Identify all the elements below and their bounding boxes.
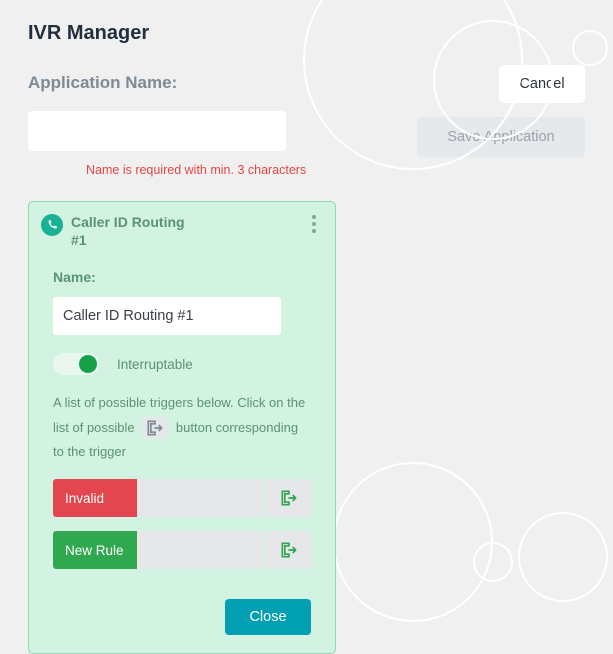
routing-name-input[interactable] <box>53 297 281 335</box>
card-title-line1: Caller ID Routing <box>71 214 185 230</box>
save-application-button[interactable]: Save Application <box>417 117 585 157</box>
help-text: A list of possible triggers below. Click… <box>53 391 311 465</box>
interruptable-label: Interruptable <box>117 357 193 372</box>
rule-exit-button[interactable] <box>265 531 311 569</box>
rule-body[interactable] <box>137 479 265 517</box>
caller-id-routing-card: Caller ID Routing #1 Name: Interruptable… <box>28 201 336 654</box>
page-title: IVR Manager <box>0 0 613 45</box>
rule-row-new-rule: New Rule <box>53 531 311 569</box>
kebab-icon[interactable] <box>305 212 323 236</box>
application-name-input[interactable] <box>28 111 286 151</box>
rule-label: Invalid <box>53 479 137 517</box>
rule-body[interactable] <box>137 531 265 569</box>
rule-row-invalid: Invalid <box>53 479 311 517</box>
card-title: Caller ID Routing #1 <box>71 214 185 249</box>
bg-circle <box>333 462 493 622</box>
toggle-thumb <box>79 355 97 373</box>
phone-icon <box>41 214 63 236</box>
interruptable-toggle[interactable] <box>53 353 99 375</box>
cancel-button[interactable]: Cancel <box>499 65 585 103</box>
close-button[interactable]: Close <box>225 599 311 635</box>
form-header: Application Name: Name is required with … <box>0 45 613 177</box>
rule-label: New Rule <box>53 531 137 569</box>
card-title-line2: #1 <box>71 232 87 248</box>
bg-circle <box>518 512 608 602</box>
application-name-label: Application Name: <box>28 73 306 93</box>
rule-exit-button[interactable] <box>265 479 311 517</box>
bg-circle <box>473 542 513 582</box>
exit-arrow-icon <box>142 417 168 439</box>
validation-error: Name is required with min. 3 characters <box>28 163 306 177</box>
name-label: Name: <box>53 269 311 285</box>
